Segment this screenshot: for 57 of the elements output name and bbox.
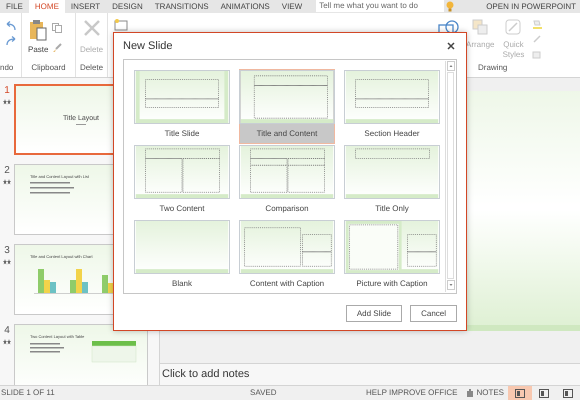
layout-option[interactable]: Content with Caption	[239, 219, 335, 294]
ribbon-tab[interactable]: TRANSITIONS	[148, 0, 215, 13]
clipboard-icon	[29, 19, 48, 41]
slide-counter: SLIDE 1 OF 11	[0, 387, 56, 399]
slide-number: 4	[4, 326, 10, 336]
slide-number: 3	[4, 246, 10, 256]
group-label: Drawing	[478, 62, 508, 74]
ribbon-tab[interactable]: ANIMATIONS	[214, 0, 276, 13]
view-button[interactable]	[508, 386, 532, 400]
delete-icon	[82, 19, 100, 37]
ribbon-tab[interactable]: INSERT	[64, 0, 106, 13]
layout-option[interactable]: Picture with Caption	[344, 219, 440, 294]
copy-icon[interactable]	[52, 23, 62, 33]
slide-number: 1	[4, 86, 10, 96]
bullet-lines-drawing	[30, 181, 75, 196]
save-status: SAVED	[250, 387, 277, 399]
ribbon-tab[interactable]: VIEW	[276, 0, 308, 13]
close-button[interactable]	[445, 40, 457, 52]
help-improve-link[interactable]: HELP IMPROVE OFFICE	[366, 387, 458, 399]
notes-button[interactable]: NOTES	[467, 387, 504, 399]
group-label: Delete	[80, 62, 104, 74]
dialog-button[interactable]: Cancel	[410, 305, 457, 322]
dialog-title: New Slide	[123, 38, 173, 54]
redo-icon[interactable]	[4, 36, 16, 46]
lightbulb-icon	[446, 1, 454, 12]
paste-button[interactable]: Paste	[28, 19, 48, 56]
view-icon	[515, 388, 525, 398]
notes-icon	[467, 389, 474, 397]
layout-option[interactable]: Section Header	[344, 69, 440, 144]
ribbon-tab[interactable]: HOME	[28, 0, 65, 13]
view-icon	[563, 388, 573, 398]
view-icon	[539, 388, 549, 398]
star-icon	[3, 339, 11, 345]
group-label: ndo	[0, 62, 14, 74]
ribbon-tab[interactable]: FILE	[0, 0, 29, 13]
star-icon	[3, 259, 11, 265]
arrange-icon	[472, 19, 488, 35]
dialog-button[interactable]: Add Slide	[346, 305, 402, 322]
undo-icon[interactable]	[4, 21, 16, 31]
group-label: Clipboard	[31, 62, 66, 74]
fill-icon[interactable]	[532, 19, 544, 29]
notes-field[interactable]: Click to add notes	[160, 366, 250, 383]
star-icon	[3, 179, 11, 185]
open-in-app-button[interactable]: OPEN IN POWERPOINT	[482, 0, 580, 13]
new-slide-icon[interactable]	[114, 19, 128, 31]
scroll-down-icon[interactable]	[446, 280, 454, 290]
layout-option[interactable]: Comparison	[239, 144, 335, 219]
scrollbar[interactable]	[445, 61, 455, 292]
star-icon	[3, 99, 11, 105]
slide-number: 2	[4, 166, 10, 176]
styles-icon	[505, 19, 522, 35]
search-field[interactable]: Tell me what you want to do	[316, 0, 444, 12]
scroll-up-icon[interactable]	[446, 61, 454, 71]
ribbon-tab[interactable]: DESIGN	[106, 0, 149, 13]
layout-option[interactable]: Title Only	[344, 144, 440, 219]
layout-option[interactable]: Title and Content	[239, 69, 335, 144]
brush-icon[interactable]	[52, 43, 62, 53]
